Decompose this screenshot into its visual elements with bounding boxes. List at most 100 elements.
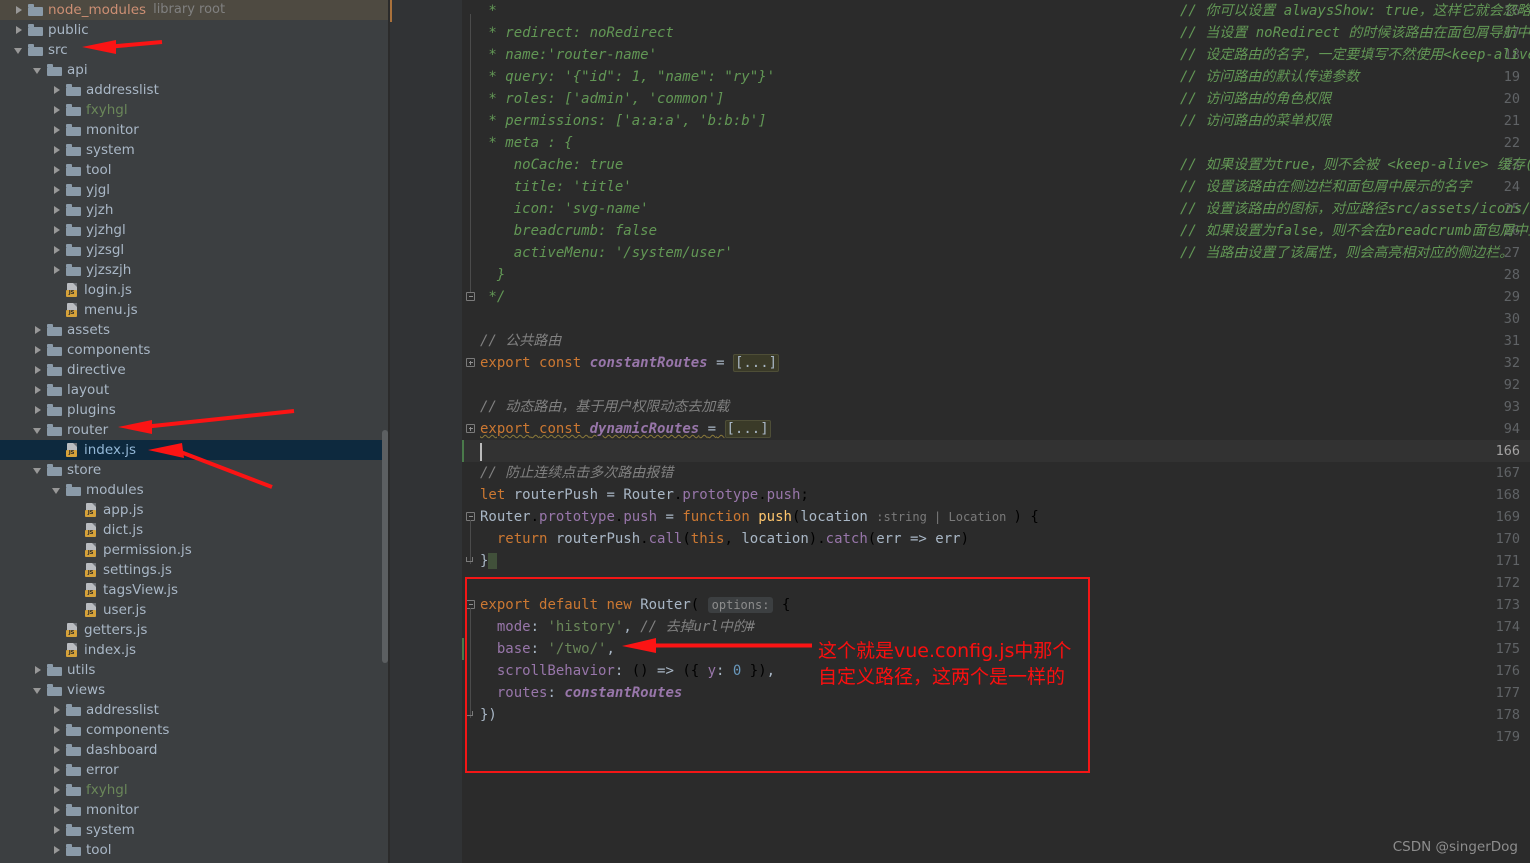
tree-item-yjzhgl[interactable]: yjzhgl bbox=[0, 220, 390, 240]
tree-item-getters-js[interactable]: JS getters.js bbox=[0, 620, 390, 640]
chevron-right-icon[interactable] bbox=[33, 665, 44, 676]
tree-item-store[interactable]: store bbox=[0, 460, 390, 480]
chevron-right-icon[interactable] bbox=[52, 225, 63, 236]
code-line[interactable]: * query: '{"id": 1, "name": "ry"}'// 访问路… bbox=[480, 66, 1359, 88]
chevron-right-icon[interactable] bbox=[52, 765, 63, 776]
chevron-right-icon[interactable] bbox=[52, 165, 63, 176]
chevron-right-icon[interactable] bbox=[52, 125, 63, 136]
line-number-gutter[interactable] bbox=[390, 0, 462, 863]
tree-item-plugins[interactable]: plugins bbox=[0, 400, 390, 420]
tree-item-login-js[interactable]: JS login.js bbox=[0, 280, 390, 300]
fold-expand-icon[interactable] bbox=[466, 424, 475, 433]
vcs-change-marker[interactable] bbox=[462, 638, 464, 660]
tree-item-components[interactable]: components bbox=[0, 720, 390, 740]
code-line[interactable]: * roles: ['admin', 'common']// 访问路由的角色权限 bbox=[480, 88, 1331, 110]
tree-item-src[interactable]: src bbox=[0, 40, 390, 60]
tree-item-index-js[interactable]: JS index.js bbox=[0, 440, 390, 460]
chevron-right-icon[interactable] bbox=[52, 845, 63, 856]
chevron-down-icon[interactable] bbox=[33, 425, 44, 436]
tree-item-settings-js[interactable]: JS settings.js bbox=[0, 560, 390, 580]
tree-item-addresslist[interactable]: addresslist bbox=[0, 700, 390, 720]
code-line[interactable]: * name:'router-name'// 设定路由的名字，一定要填写不然使用… bbox=[480, 44, 1530, 66]
code-line[interactable]: return routerPush.call(this, location).c… bbox=[480, 528, 969, 550]
chevron-right-icon[interactable] bbox=[52, 145, 63, 156]
chevron-right-icon[interactable] bbox=[52, 245, 63, 256]
chevron-right-icon[interactable] bbox=[52, 105, 63, 116]
fold-expand-icon[interactable] bbox=[466, 358, 475, 367]
vcs-change-marker-top[interactable] bbox=[390, 0, 392, 22]
chevron-right-icon[interactable] bbox=[52, 745, 63, 756]
code-line[interactable]: * redirect: noRedirect// 当设置 noRedirect … bbox=[480, 22, 1530, 44]
tree-item-components[interactable]: components bbox=[0, 340, 390, 360]
tree-item-utils[interactable]: utils bbox=[0, 660, 390, 680]
tree-item-system[interactable]: system bbox=[0, 820, 390, 840]
tree-item-assets[interactable]: assets bbox=[0, 320, 390, 340]
tree-item-system[interactable]: system bbox=[0, 140, 390, 160]
tree-item-dashboard[interactable]: dashboard bbox=[0, 740, 390, 760]
chevron-down-icon[interactable] bbox=[33, 65, 44, 76]
tree-item-yjgl[interactable]: yjgl bbox=[0, 180, 390, 200]
chevron-down-icon[interactable] bbox=[33, 465, 44, 476]
chevron-right-icon[interactable] bbox=[33, 325, 44, 336]
code-line[interactable]: } bbox=[480, 550, 497, 572]
tree-item-yjzh[interactable]: yjzh bbox=[0, 200, 390, 220]
tree-item-menu-js[interactable]: JS menu.js bbox=[0, 300, 390, 320]
tree-item-addresslist[interactable]: addresslist bbox=[0, 80, 390, 100]
tree-item-error[interactable]: error bbox=[0, 760, 390, 780]
chevron-right-icon[interactable] bbox=[52, 185, 63, 196]
tree-item-fxyhgl[interactable]: fxyhgl bbox=[0, 780, 390, 800]
tree-item-app-js[interactable]: JS app.js bbox=[0, 500, 390, 520]
code-line[interactable]: export const constantRoutes = [...] bbox=[480, 352, 780, 374]
chevron-right-icon[interactable] bbox=[33, 345, 44, 356]
code-line[interactable]: *// 你可以设置 alwaysShow: true，这样它就会忽略之前定义的规… bbox=[480, 0, 1530, 22]
tree-item-tagsview-js[interactable]: JS tagsView.js bbox=[0, 580, 390, 600]
tree-item-api[interactable]: api bbox=[0, 60, 390, 80]
code-line[interactable]: activeMenu: '/system/user'// 当路由设置了该属性，则… bbox=[480, 242, 1514, 264]
chevron-right-icon[interactable] bbox=[33, 405, 44, 416]
code-line[interactable]: // 公共路由 bbox=[480, 330, 561, 352]
fold-collapse-icon[interactable] bbox=[466, 292, 475, 301]
chevron-right-icon[interactable] bbox=[52, 725, 63, 736]
chevron-right-icon[interactable] bbox=[52, 205, 63, 216]
chevron-down-icon[interactable] bbox=[33, 685, 44, 696]
tree-item-dict-js[interactable]: JS dict.js bbox=[0, 520, 390, 540]
chevron-right-icon[interactable] bbox=[14, 25, 25, 36]
tree-item-public[interactable]: public bbox=[0, 20, 390, 40]
tree-item-monitor[interactable]: monitor bbox=[0, 800, 390, 820]
code-line[interactable]: export const dynamicRoutes = [...] bbox=[480, 418, 771, 440]
tree-item-directive[interactable]: directive bbox=[0, 360, 390, 380]
chevron-right-icon[interactable] bbox=[52, 805, 63, 816]
tree-item-router[interactable]: router bbox=[0, 420, 390, 440]
tree-item-fxyhgl[interactable]: fxyhgl bbox=[0, 100, 390, 120]
tree-item-permission-js[interactable]: JS permission.js bbox=[0, 540, 390, 560]
code-line[interactable]: // 动态路由，基于用户权限动态去加载 bbox=[480, 396, 729, 418]
code-line[interactable]: Router.prototype.push = function push(lo… bbox=[480, 506, 1039, 528]
code-line[interactable]: */ bbox=[480, 286, 505, 308]
tree-item-monitor[interactable]: monitor bbox=[0, 120, 390, 140]
chevron-down-icon[interactable] bbox=[14, 45, 25, 56]
chevron-right-icon[interactable] bbox=[52, 85, 63, 96]
project-tree-panel[interactable]: node_modules library root public src api addr… bbox=[0, 0, 390, 863]
code-line[interactable]: breadcrumb: false// 如果设置为false，则不会在bread… bbox=[480, 220, 1530, 242]
tree-item-tool[interactable]: tool bbox=[0, 160, 390, 180]
tree-item-modules[interactable]: modules bbox=[0, 480, 390, 500]
chevron-right-icon[interactable] bbox=[14, 5, 25, 16]
tree-item-views[interactable]: views bbox=[0, 680, 390, 700]
tree-item-user-js[interactable]: JS user.js bbox=[0, 600, 390, 620]
tree-item-yjzszjh[interactable]: yjzszjh bbox=[0, 260, 390, 280]
tree-item-node_modules[interactable]: node_modules library root bbox=[0, 0, 390, 20]
code-line[interactable]: * permissions: ['a:a:a', 'b:b:b']// 访问路由… bbox=[480, 110, 1331, 132]
code-line[interactable]: * meta : { bbox=[480, 132, 572, 154]
chevron-right-icon[interactable] bbox=[52, 785, 63, 796]
code-line[interactable]: let routerPush = Router.prototype.push; bbox=[480, 484, 809, 506]
code-line[interactable]: // 防止连续点击多次路由报错 bbox=[480, 462, 673, 484]
chevron-right-icon[interactable] bbox=[33, 385, 44, 396]
tree-item-tool[interactable]: tool bbox=[0, 840, 390, 860]
fold-end-marker[interactable] bbox=[466, 557, 475, 566]
tree-item-yjzsgl[interactable]: yjzsgl bbox=[0, 240, 390, 260]
chevron-right-icon[interactable] bbox=[52, 825, 63, 836]
code-line[interactable]: } bbox=[480, 264, 505, 286]
chevron-right-icon[interactable] bbox=[52, 705, 63, 716]
vcs-change-marker[interactable] bbox=[462, 440, 464, 462]
code-line[interactable]: noCache: true// 如果设置为true，则不会被 <keep-ali… bbox=[480, 154, 1530, 176]
